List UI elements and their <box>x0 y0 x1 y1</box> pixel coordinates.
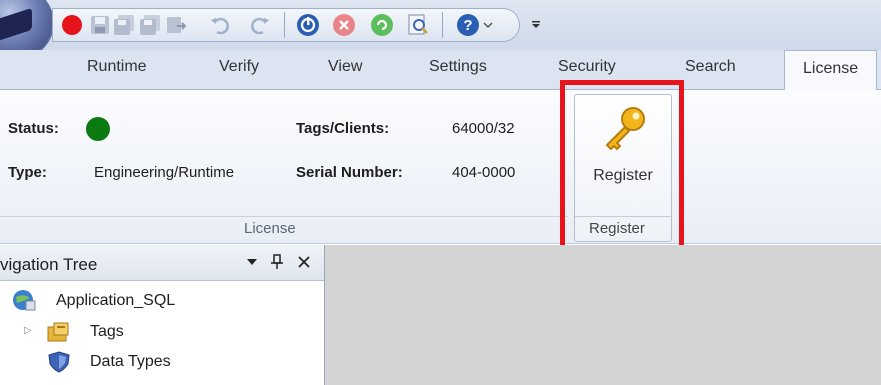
navigation-tree-pane: vigation Tree Application_SQL ▷ Tags Dat… <box>0 245 325 385</box>
tree-expand-icon[interactable]: ▷ <box>24 325 32 336</box>
undo-icon[interactable] <box>208 13 232 37</box>
refresh-icon[interactable] <box>370 13 394 37</box>
tab-runtime[interactable]: Runtime <box>87 58 147 76</box>
ribbon-tab-bar: Runtime Verify View Settings Security Se… <box>0 50 881 91</box>
toolbar-separator <box>284 12 285 38</box>
save-icon[interactable] <box>88 13 112 37</box>
navigation-tree-header: vigation Tree <box>0 245 324 281</box>
redo-icon[interactable] <box>248 13 272 37</box>
tab-search[interactable]: Search <box>685 58 736 76</box>
app-logo-icon <box>0 7 32 43</box>
graphics-icon <box>46 379 68 385</box>
help-icon[interactable]: ? <box>456 13 500 37</box>
type-value: Engineering/Runtime <box>94 164 235 181</box>
save-all-icon-2[interactable] <box>138 13 162 37</box>
tree-item-application[interactable]: Application_SQL <box>56 292 175 310</box>
license-group-caption: License <box>244 220 296 237</box>
status-label: Status: <box>8 120 59 137</box>
export-icon[interactable] <box>164 13 188 37</box>
toolbar-separator-2 <box>442 12 443 38</box>
record-icon[interactable] <box>60 13 84 37</box>
save-all-icon[interactable] <box>112 13 136 37</box>
customize-toolbar-chevron-icon[interactable] <box>530 18 542 33</box>
register-highlight-box <box>560 80 684 270</box>
tags-clients-value: 64000/32 <box>452 120 515 137</box>
navigation-tree-title: vigation Tree <box>0 255 98 274</box>
svg-text:?: ? <box>463 17 472 34</box>
pin-icon[interactable] <box>270 254 284 274</box>
tags-folder-icon <box>46 321 69 342</box>
document-area <box>325 245 881 385</box>
serial-number-label: Serial Number: <box>296 164 403 181</box>
tab-view[interactable]: View <box>328 58 362 76</box>
power-icon[interactable] <box>296 13 320 37</box>
type-label: Type: <box>8 164 47 181</box>
tab-verify[interactable]: Verify <box>219 58 259 76</box>
tab-license[interactable]: License <box>784 50 878 91</box>
status-indicator-icon <box>86 117 110 141</box>
pane-menu-dropdown-icon[interactable] <box>245 254 259 273</box>
tab-settings[interactable]: Settings <box>429 58 487 76</box>
tree-item-tags[interactable]: Tags <box>90 323 124 341</box>
search-document-icon[interactable] <box>406 13 430 37</box>
tab-security[interactable]: Security <box>558 58 616 76</box>
quick-access-toolbar: ? <box>0 0 881 60</box>
tags-clients-label: Tags/Clients: <box>296 120 390 137</box>
tree-item-data-types[interactable]: Data Types <box>90 353 171 371</box>
serial-number-value: 404-0000 <box>452 164 516 181</box>
stop-icon[interactable] <box>332 13 356 37</box>
close-icon[interactable] <box>296 254 312 274</box>
license-group-divider <box>0 216 568 217</box>
globe-app-icon <box>12 289 36 311</box>
shield-icon <box>48 351 70 373</box>
